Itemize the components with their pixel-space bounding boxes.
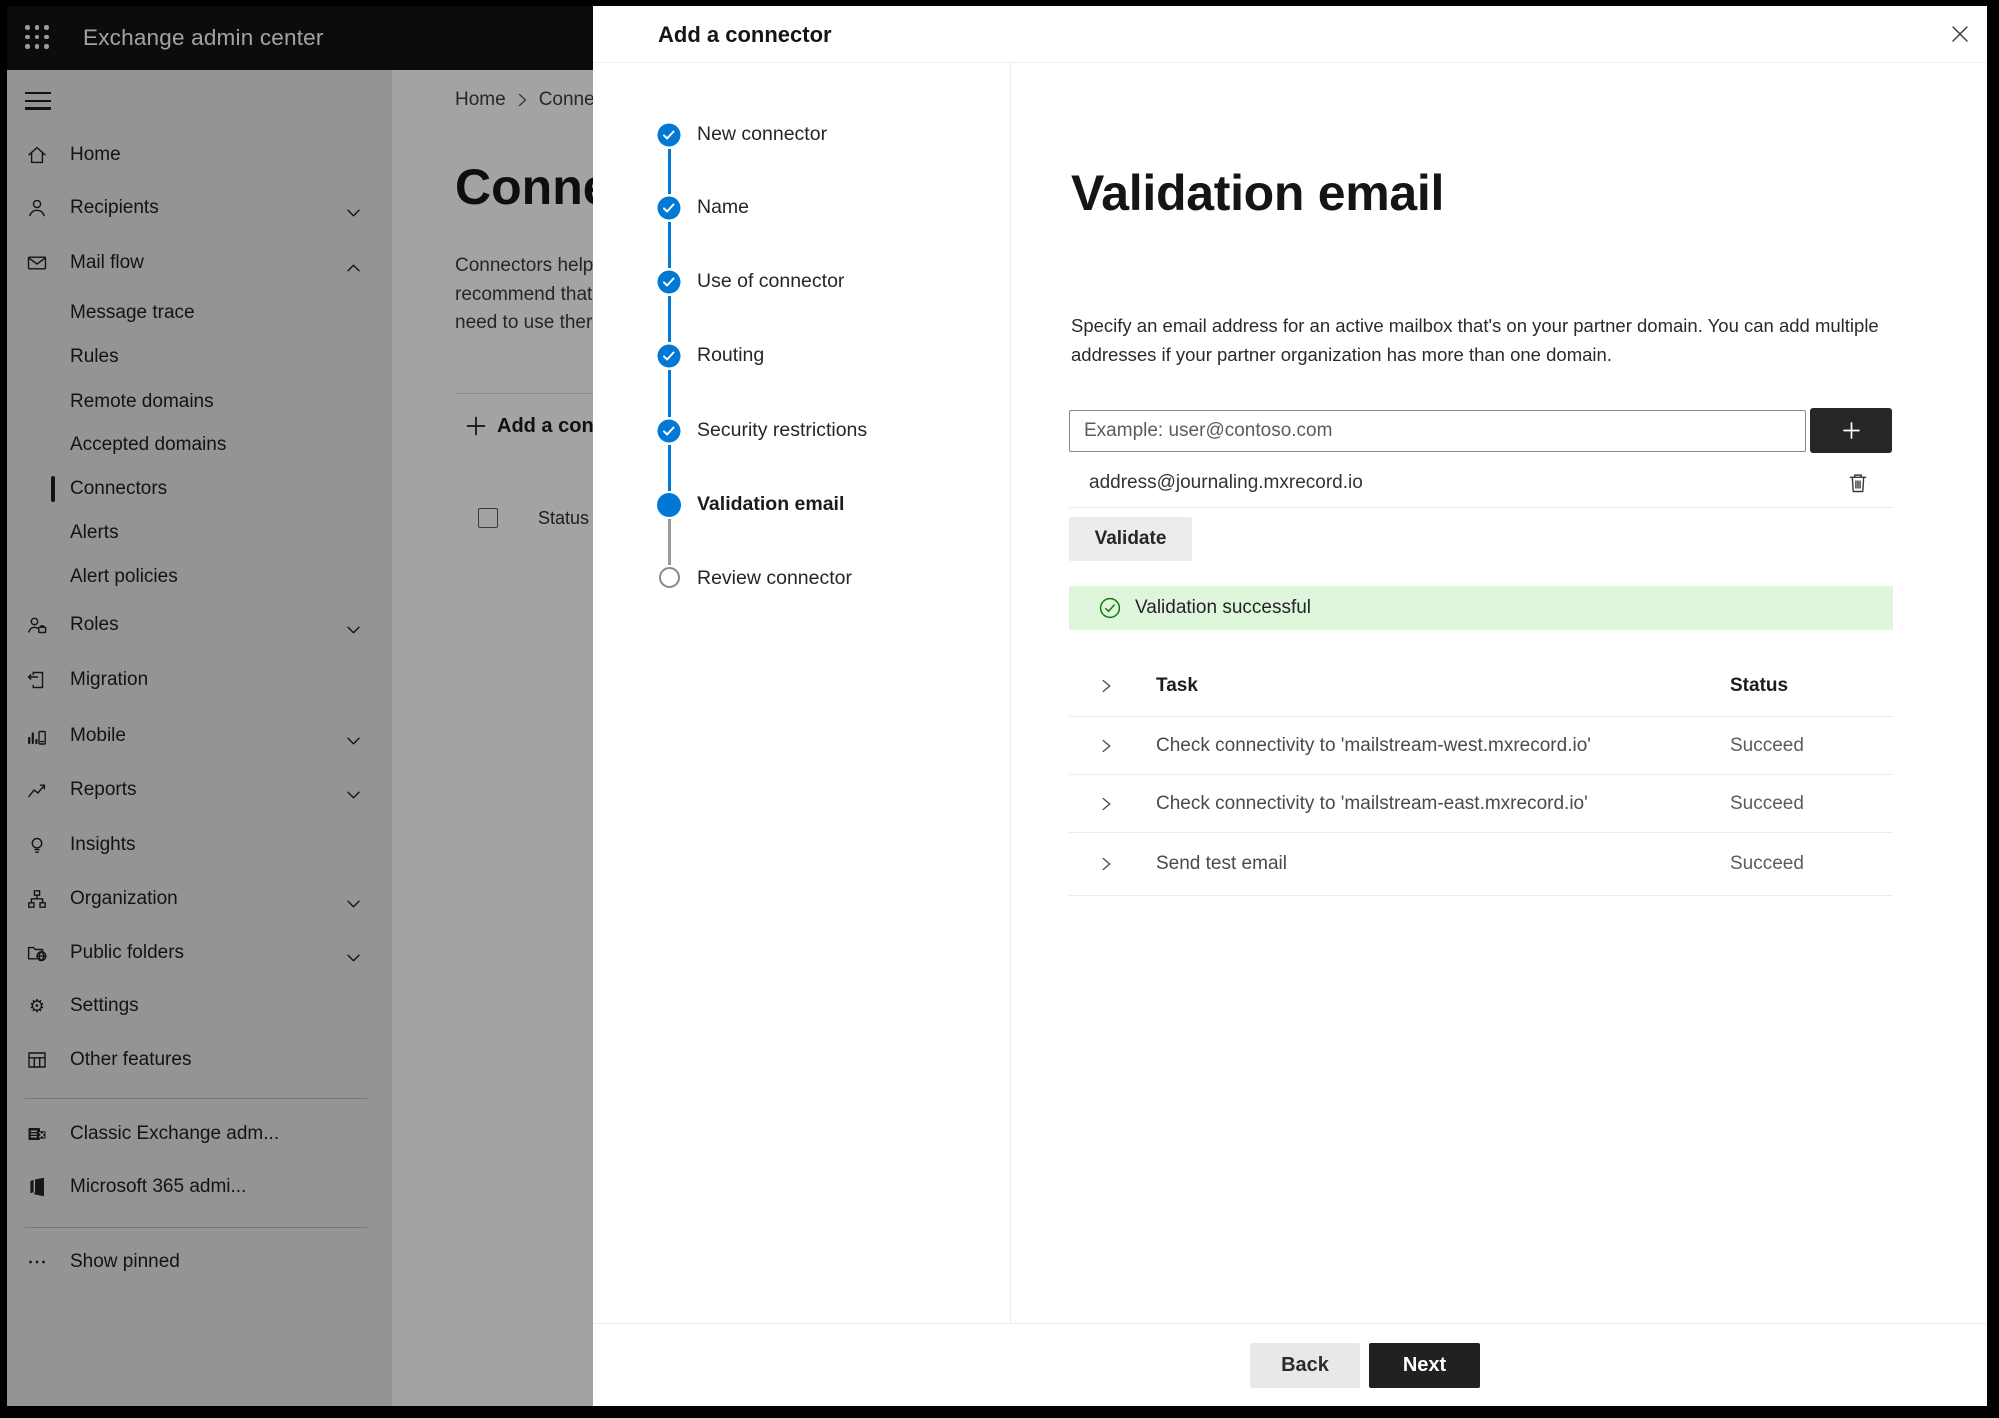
step-completed-icon [657,123,681,147]
email-address-input[interactable] [1069,410,1806,452]
status-cell: Succeed [1730,792,1804,814]
validate-button[interactable]: Validate [1069,517,1192,561]
success-check-icon [1099,597,1121,619]
step-connector-line [667,445,671,491]
added-address: address@journaling.mxrecord.io [1089,471,1363,493]
expand-row-chevron-icon[interactable] [1100,796,1112,812]
step-connector-line [667,296,671,342]
close-button[interactable] [1944,18,1976,50]
expand-row-chevron-icon[interactable] [1100,856,1112,872]
wizard-step-routing: Routing [697,344,765,366]
wizard-step-validation-email: Validation email [697,493,845,515]
step-connector-line [667,370,671,417]
step-connector-line [667,149,671,194]
results-table-row: Send test email Succeed [1069,833,1893,896]
status-cell: Succeed [1730,734,1804,756]
back-button[interactable]: Back [1250,1343,1360,1388]
step-completed-icon [657,270,681,294]
step-connector-line [667,519,671,565]
success-message: Validation successful [1135,597,1312,618]
status-column-header: Status [1730,675,1789,696]
delete-address-button[interactable] [1846,471,1870,495]
plus-icon [1842,422,1860,439]
validation-success-banner: Validation successful [1069,586,1893,630]
add-connector-panel: Add a connector New connector Name Use of … [593,6,1987,1406]
step-heading: Validation email [1071,165,1445,221]
panel-header: Add a connector [593,6,1987,63]
task-column-header: Task [1156,675,1198,696]
task-cell: Check connectivity to 'mailstream-west.m… [1156,734,1591,756]
close-icon [1952,26,1968,42]
step-connector-line [667,222,671,268]
step-current-icon [657,493,681,517]
add-email-button[interactable] [1810,408,1892,453]
wizard-step-name: Name [697,196,750,218]
panel-vertical-divider [1010,63,1011,1323]
results-table-row: Check connectivity to 'mailstream-east.m… [1069,775,1893,833]
wizard-step-security-restrictions: Security restrictions [697,419,868,441]
footer-divider [593,1323,1987,1324]
expand-row-chevron-icon[interactable] [1100,738,1112,754]
step-completed-icon [657,196,681,220]
wizard-step-new-connector: New connector [697,123,828,145]
wizard-step-review-connector: Review connector [697,567,852,589]
step-description: Specify an email address for an active m… [1071,315,1879,365]
trash-icon [1849,474,1867,493]
step-upcoming-icon [659,567,680,588]
task-cell: Send test email [1156,853,1287,874]
app-window: Exchange admin center Home Recipients Mail… [7,6,1987,1406]
panel-title: Add a connector [658,22,832,47]
step-completed-icon [657,344,681,368]
wizard-step-use-of-connector: Use of connector [697,270,845,292]
task-cell: Check connectivity to 'mailstream-east.m… [1156,792,1588,814]
results-table-header-row: Task Status [1069,656,1893,717]
step-completed-icon [657,419,681,443]
expand-row-chevron-icon[interactable] [1100,678,1112,694]
status-cell: Succeed [1730,853,1804,874]
added-address-row: address@journaling.mxrecord.io [1069,458,1893,508]
results-table-row: Check connectivity to 'mailstream-west.m… [1069,717,1893,775]
next-button[interactable]: Next [1369,1343,1480,1388]
validation-results-table: Task Status Check connectivity to 'mailstr… [1069,656,1893,896]
